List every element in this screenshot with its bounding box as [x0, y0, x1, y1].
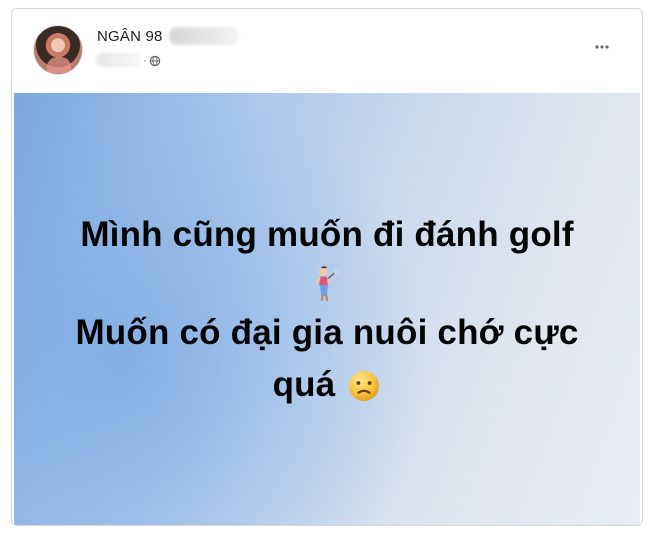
blurred-timestamp[interactable]	[96, 53, 141, 67]
post-text-line-3: quá	[272, 365, 336, 404]
blurred-name-suffix	[168, 27, 239, 45]
post-meta: ·	[96, 52, 161, 68]
author-name[interactable]: NGÂN 98	[97, 28, 163, 45]
post-background: Mình cũng muốn đi đánh golf Muốn có đại …	[14, 93, 640, 525]
post-text-line-1: Mình cũng muốn đi đánh golf	[80, 215, 574, 254]
avatar[interactable]	[33, 25, 83, 75]
facebook-post-card: NGÂN 98 · Mình cũng muốn đi đánh golf Mu…	[11, 8, 643, 526]
more-icon	[593, 38, 611, 56]
post-text-line-2: Muốn có đại gia nuôi chớ cực	[75, 313, 579, 352]
golf-emoji-row	[14, 259, 640, 309]
post-header: NGÂN 98 ·	[12, 9, 642, 93]
sad-face-icon	[347, 368, 381, 402]
globe-icon[interactable]	[149, 54, 161, 67]
post-text-line-3-row: quá	[273, 361, 382, 409]
golfer-icon	[310, 264, 344, 304]
post-text-block: Mình cũng muốn đi đánh golf Muốn có đại …	[14, 211, 640, 409]
more-options-button[interactable]	[590, 35, 614, 59]
meta-separator: ·	[143, 53, 147, 67]
author-row: NGÂN 98	[97, 26, 239, 46]
